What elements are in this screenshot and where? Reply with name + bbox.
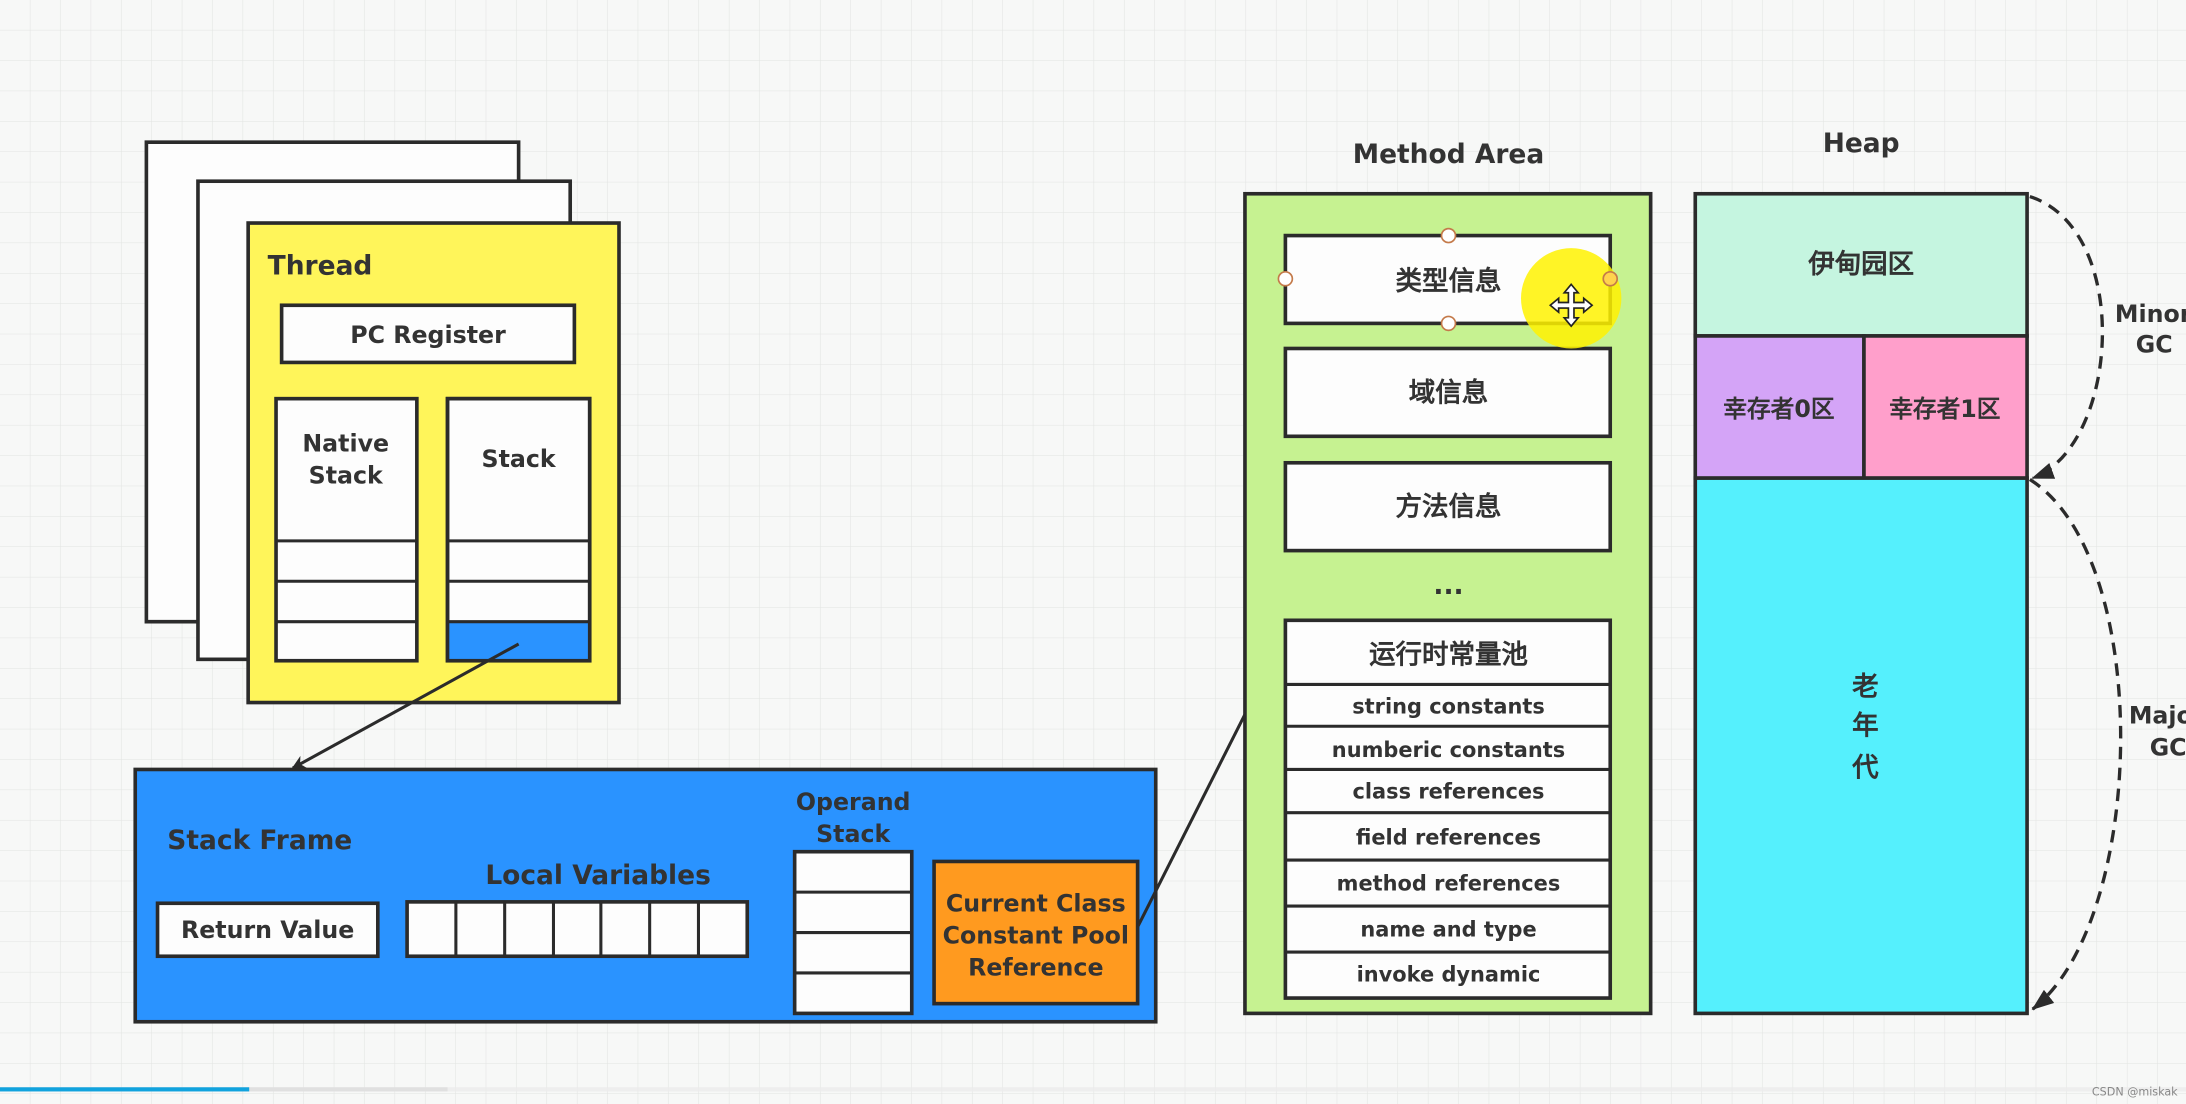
operand-stack-title-2: Stack — [816, 820, 891, 848]
stack-frame-title: Stack Frame — [167, 825, 352, 856]
resize-handle-bottom[interactable] — [1440, 315, 1457, 332]
heap-box[interactable]: 伊甸园区 幸存者0区 幸存者1区 老 年 代 — [1693, 191, 2029, 1016]
method-area-title: Method Area — [1353, 139, 1545, 170]
old-gen-label-3: 代 — [1851, 752, 1879, 783]
field-info-label: 域信息 — [1409, 377, 1488, 408]
pc-register-label: PC Register — [350, 321, 506, 349]
watermark: CSDN @miskak — [2092, 1086, 2178, 1099]
type-info-label: 类型信息 — [1396, 266, 1502, 297]
constant-pool-ref-line-2: Constant Pool — [943, 922, 1129, 950]
survivor1-label: 幸存者1区 — [1889, 395, 2000, 423]
major-gc-label-1: Major — [2129, 701, 2186, 729]
pool-item: method references — [1337, 872, 1561, 896]
local-variables-slots[interactable] — [405, 900, 750, 959]
current-stack-frame-cell[interactable] — [447, 621, 590, 661]
resize-handle-right[interactable] — [1602, 270, 1619, 287]
native-stack-label-2: Stack — [309, 462, 384, 490]
runtime-constant-pool[interactable]: 运行时常量池 string constants numberic constan… — [1283, 618, 1613, 1000]
operand-stack-slots[interactable] — [792, 849, 914, 1016]
old-gen-label-1: 老 — [1852, 672, 1878, 703]
return-value-label: Return Value — [181, 916, 354, 944]
video-progress-fill[interactable] — [0, 1087, 250, 1092]
old-gen-label-2: 年 — [1852, 711, 1878, 742]
local-variables-title: Local Variables — [485, 860, 711, 891]
minor-gc-label-1: Minor — [2115, 300, 2186, 328]
pool-item: class references — [1353, 780, 1545, 804]
ellipsis: ... — [1433, 570, 1463, 601]
constant-pool-ref-line-3: Reference — [968, 954, 1103, 982]
native-stack-box[interactable]: Native Stack — [274, 396, 419, 663]
stack-frame-box[interactable]: Stack Frame Return Value Local Variables… — [133, 767, 1158, 1024]
pool-item: string constants — [1352, 695, 1545, 719]
pool-item: field references — [1356, 826, 1541, 850]
native-stack-label-1: Native — [302, 430, 389, 458]
heap-title: Heap — [1823, 128, 1900, 159]
minor-gc-label-2: GC — [2136, 331, 2173, 359]
method-info-label: 方法信息 — [1396, 492, 1502, 523]
jvm-diagram-canvas: Thread PC Register Native Stack Stack St… — [0, 0, 2186, 1104]
thread-title: Thread — [268, 251, 373, 282]
stack-box[interactable]: Stack — [445, 396, 592, 663]
constant-pool-reference-box[interactable]: Current Class Constant Pool Reference — [932, 859, 1140, 1006]
pool-item: name and type — [1360, 918, 1536, 942]
stack-label: Stack — [482, 445, 557, 473]
operand-stack-title-1: Operand — [796, 788, 911, 816]
runtime-constant-pool-title: 运行时常量池 — [1369, 640, 1528, 671]
survivor0-label: 幸存者0区 — [1723, 395, 1834, 423]
eden-label: 伊甸园区 — [1807, 249, 1914, 280]
pool-item: numberic constants — [1332, 738, 1565, 762]
major-gc-label-2: GC — [2150, 734, 2186, 762]
thread-box[interactable]: Thread PC Register Native Stack Stack — [246, 221, 621, 705]
old-gen-box[interactable] — [1693, 476, 2029, 1016]
pool-item: invoke dynamic — [1357, 962, 1541, 986]
constant-pool-ref-line-1: Current Class — [946, 890, 1126, 918]
resize-handle-top[interactable] — [1440, 227, 1457, 244]
resize-handle-left[interactable] — [1277, 270, 1294, 287]
